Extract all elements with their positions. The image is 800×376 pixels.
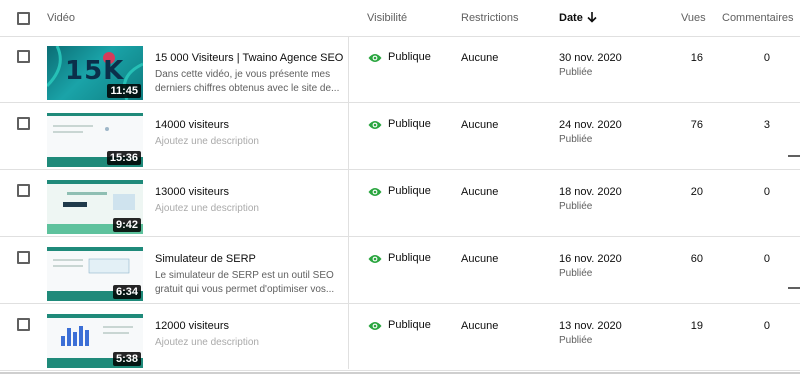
video-duration: 15:36 — [106, 151, 141, 165]
video-description: Le simulateur de SERP est un outil SEO g… — [155, 270, 335, 295]
visibility-label: Publique — [388, 51, 431, 63]
table-bottom-border — [0, 372, 800, 374]
column-header-restrictions[interactable]: Restrictions — [461, 12, 518, 24]
table-row[interactable]: 9:42 13000 visiteurs Ajoutez une descrip… — [0, 171, 800, 237]
table-row[interactable]: 15K 11:45 15 000 Visiteurs | Twaino Agen… — [0, 37, 800, 103]
publish-status: Publiée — [559, 268, 593, 279]
eye-icon — [368, 54, 382, 62]
video-duration: 6:34 — [112, 285, 141, 299]
comment-count: 0 — [763, 186, 770, 198]
restriction-status: Aucune — [461, 186, 499, 198]
thumbnail-title-text: 15K — [65, 56, 125, 86]
publish-status: Publiée — [559, 67, 593, 78]
publish-date: 24 nov. 2020 — [559, 119, 622, 131]
scroll-indicator[interactable] — [788, 155, 800, 157]
column-header-comments[interactable]: Commentaires — [722, 12, 794, 24]
video-thumbnail[interactable]: 15:36 — [47, 113, 143, 167]
video-thumbnail[interactable]: 9:42 — [47, 180, 143, 234]
publish-date: 18 nov. 2020 — [559, 186, 622, 198]
video-title[interactable]: 14000 visiteurs — [155, 119, 229, 131]
video-thumbnail[interactable]: 15K 11:45 — [47, 46, 143, 100]
visibility-label: Publique — [388, 319, 431, 331]
video-duration: 9:42 — [112, 218, 141, 232]
table-header: Vidéo Visibilité Restrictions Date Vues … — [0, 0, 800, 37]
sort-down-arrow-icon — [587, 12, 597, 23]
publish-status: Publiée — [559, 335, 593, 346]
view-count: 16 — [690, 52, 703, 64]
eye-icon — [368, 322, 382, 330]
restriction-status: Aucune — [461, 253, 499, 265]
visibility-status[interactable]: Publique — [368, 118, 431, 130]
comment-count: 0 — [763, 52, 770, 64]
eye-icon — [368, 121, 382, 129]
column-header-views[interactable]: Vues — [681, 12, 706, 24]
visibility-label: Publique — [388, 118, 431, 130]
view-count: 19 — [690, 320, 703, 332]
row-checkbox[interactable] — [17, 117, 30, 130]
table-row[interactable]: 6:34 Simulateur de SERP Le simulateur de… — [0, 238, 800, 304]
select-all-checkbox[interactable] — [17, 12, 30, 25]
publish-status: Publiée — [559, 201, 593, 212]
column-header-date[interactable]: Date — [559, 12, 597, 24]
publish-date: 16 nov. 2020 — [559, 253, 622, 265]
comment-count: 0 — [763, 253, 770, 265]
comment-count: 3 — [763, 119, 770, 131]
restriction-status: Aucune — [461, 320, 499, 332]
visibility-label: Publique — [388, 185, 431, 197]
visibility-status[interactable]: Publique — [368, 319, 431, 331]
view-count: 60 — [690, 253, 703, 265]
view-count: 76 — [690, 119, 703, 131]
video-description-placeholder[interactable]: Ajoutez une description — [155, 336, 340, 350]
visibility-status[interactable]: Publique — [368, 51, 431, 63]
eye-icon — [368, 255, 382, 263]
video-description: Dans cette vidéo, je vous présente mes d… — [155, 69, 340, 94]
publish-status: Publiée — [559, 134, 593, 145]
video-thumbnail[interactable]: 6:34 — [47, 247, 143, 301]
row-checkbox[interactable] — [17, 184, 30, 197]
video-title[interactable]: 15 000 Visiteurs | Twaino Agence SEO — [155, 52, 343, 64]
publish-date: 30 nov. 2020 — [559, 52, 622, 64]
row-checkbox[interactable] — [17, 251, 30, 264]
view-count: 20 — [690, 186, 703, 198]
column-header-visibility[interactable]: Visibilité — [367, 12, 407, 24]
video-duration: 11:45 — [107, 84, 141, 98]
table-row[interactable]: 15:36 14000 visiteurs Ajoutez une descri… — [0, 104, 800, 170]
video-description-placeholder[interactable]: Ajoutez une description — [155, 202, 340, 216]
scroll-indicator[interactable] — [788, 287, 800, 289]
restriction-status: Aucune — [461, 52, 499, 64]
video-thumbnail[interactable]: 5:38 — [47, 314, 143, 368]
video-description-placeholder[interactable]: Ajoutez une description — [155, 135, 340, 149]
comment-count: 0 — [763, 320, 770, 332]
column-header-date-label: Date — [559, 12, 583, 24]
video-duration: 5:38 — [112, 352, 141, 366]
visibility-status[interactable]: Publique — [368, 252, 431, 264]
video-title[interactable]: 12000 visiteurs — [155, 320, 229, 332]
video-title[interactable]: 13000 visiteurs — [155, 186, 229, 198]
eye-icon — [368, 188, 382, 196]
column-header-video: Vidéo — [47, 12, 75, 24]
visibility-label: Publique — [388, 252, 431, 264]
table-row[interactable]: 5:38 12000 visiteurs Ajoutez une descrip… — [0, 305, 800, 371]
restriction-status: Aucune — [461, 119, 499, 131]
video-title[interactable]: Simulateur de SERP — [155, 253, 256, 265]
visibility-status[interactable]: Publique — [368, 185, 431, 197]
row-checkbox[interactable] — [17, 50, 30, 63]
row-checkbox[interactable] — [17, 318, 30, 331]
publish-date: 13 nov. 2020 — [559, 320, 622, 332]
